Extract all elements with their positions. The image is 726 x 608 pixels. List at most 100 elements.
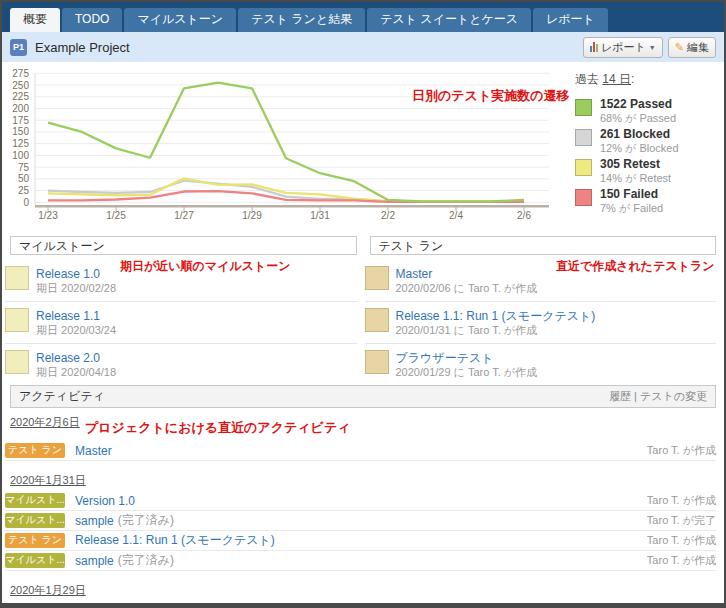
run-badge: テスト ラン xyxy=(5,533,65,548)
item-link[interactable]: Release 1.1: Run 1 (スモークテスト) xyxy=(396,310,596,322)
legend-pct: 12% が Blocked xyxy=(600,143,679,154)
activity-date: 2020年1月31日 xyxy=(10,474,86,487)
activity-links: 履歴 | テストの変更 xyxy=(609,389,707,404)
milestone-badge: マイルスト... xyxy=(5,513,65,528)
item-link[interactable]: Release 2.0 xyxy=(36,352,116,364)
legend-pct: 7% が Failed xyxy=(600,203,663,214)
legend-item: 150 Failed 7% が Failed xyxy=(575,188,722,213)
project-badge: P1 xyxy=(10,39,27,56)
history-link[interactable]: 履歴 xyxy=(609,390,631,402)
item-subtext: 2020/02/06 に Taro T. が作成 xyxy=(396,283,538,294)
activity-entry-by: Taro T. が作成 xyxy=(647,493,716,508)
legend-pct: 14% が Retest xyxy=(600,173,671,184)
activity-entry: マイルスト...sample(完了済み)Taro T. が完了 xyxy=(5,511,716,531)
report-button[interactable]: レポート ▼ xyxy=(583,37,663,58)
legend-swatch xyxy=(575,99,592,116)
legend-item: 1522 Passed 68% が Passed xyxy=(575,98,722,123)
activity-entry-by: Taro T. が完了 xyxy=(647,513,716,528)
tab-bar: 概要TODOマイルストーンテスト ランと結果テスト スイートとケースレポート xyxy=(2,2,724,32)
svg-text:1/29: 1/29 xyxy=(242,210,262,221)
activity-entry-suffix: (完了済み) xyxy=(118,552,174,569)
legend-pct: 68% が Passed xyxy=(600,113,676,124)
tab-2[interactable]: マイルストーン xyxy=(124,8,236,32)
tab-0[interactable]: 概要 xyxy=(10,8,60,32)
annotation-milestones: 期日が近い順のマイルストーン xyxy=(120,259,291,274)
milestone-badge: マイルスト... xyxy=(5,553,65,568)
activity-entry-link[interactable]: Release 1.1: Run 1 (スモークテスト) xyxy=(75,532,275,549)
test-run-icon xyxy=(365,266,389,290)
tab-4[interactable]: テスト スイートとケース xyxy=(367,8,531,32)
activity-entry-by: Taro T. が作成 xyxy=(647,533,716,548)
test-run-icon xyxy=(365,308,389,332)
activity-entry: テスト ラン Master Taro T. が作成 xyxy=(5,441,716,461)
milestone-badge: マイルスト... xyxy=(5,493,65,508)
svg-text:2/4: 2/4 xyxy=(449,210,463,221)
svg-text:1/27: 1/27 xyxy=(174,210,194,221)
activity-entry-link[interactable]: sample xyxy=(75,554,114,568)
legend-count: 150 Failed xyxy=(600,188,663,200)
svg-text:175: 175 xyxy=(12,115,29,126)
activity-entry: マイルスト... Version 1.0 Taro T. が作成 xyxy=(5,491,716,511)
item-link[interactable]: Release 1.1 xyxy=(36,310,116,322)
chevron-down-icon: ▼ xyxy=(649,41,656,54)
run-badge: テスト ラン xyxy=(5,443,65,458)
chart-legend: 過去 14 日: 1522 Passed68% が Passed261 Bloc… xyxy=(570,62,722,224)
item-subtext: 期日 2020/02/28 xyxy=(36,283,116,294)
svg-text:125: 125 xyxy=(12,138,29,149)
activity-entry-link[interactable]: Master xyxy=(75,444,112,458)
svg-text:100: 100 xyxy=(12,150,29,161)
test-runs-panel-header: テスト ラン xyxy=(370,236,717,255)
legend-item: 305 Retest 14% が Retest xyxy=(575,158,722,183)
svg-text:200: 200 xyxy=(12,103,29,114)
svg-text:1/31: 1/31 xyxy=(310,210,330,221)
svg-text:150: 150 xyxy=(12,126,29,137)
panels-row: マイルストーン Release 1.0 期日 2020/02/28 Release … xyxy=(2,224,724,385)
annotation-chart: 日別のテスト実施数の遷移 xyxy=(412,88,570,103)
svg-text:1/25: 1/25 xyxy=(106,210,126,221)
svg-text:225: 225 xyxy=(12,91,29,102)
bar-chart-icon xyxy=(590,42,598,52)
activity-date: 2020年2月6日 xyxy=(10,416,80,429)
activity-section: アクティビティ 履歴 | テストの変更 2020年2月6日テスト ラン Maste… xyxy=(2,385,724,597)
edit-button[interactable]: ✎ 編集 xyxy=(668,37,716,58)
activity-header: アクティビティ 履歴 | テストの変更 xyxy=(10,385,716,408)
legend-count: 261 Blocked xyxy=(600,128,679,140)
svg-text:1/23: 1/23 xyxy=(38,210,58,221)
svg-text:0: 0 xyxy=(23,197,29,208)
activity-entry-link[interactable]: sample xyxy=(75,514,114,528)
list-item: Release 1.1 期日 2020/03/24 xyxy=(5,301,357,343)
milestone-icon xyxy=(5,308,29,332)
pencil-icon: ✎ xyxy=(675,41,684,54)
item-subtext: 期日 2020/04/18 xyxy=(36,367,116,378)
tab-1[interactable]: TODO xyxy=(62,8,122,32)
list-item: Release 1.1: Run 1 (スモークテスト)2020/01/31 に… xyxy=(365,301,717,343)
tab-3[interactable]: テスト ランと結果 xyxy=(238,8,365,32)
activity-entry-by: Taro T. が作成 xyxy=(647,443,716,458)
project-title: Example Project xyxy=(35,40,578,55)
page: 概要TODOマイルストーンテスト ランと結果テスト スイートとケースレポート P… xyxy=(0,0,726,608)
test-changes-link[interactable]: テストの変更 xyxy=(640,390,707,402)
activity-date: 2020年1月29日 xyxy=(10,584,86,597)
legend-count: 305 Retest xyxy=(600,158,671,170)
item-link[interactable]: ブラウザーテスト xyxy=(396,352,538,364)
svg-text:250: 250 xyxy=(12,80,29,91)
activity-entry: テスト ラン Release 1.1: Run 1 (スモークテスト) Taro T… xyxy=(5,531,716,551)
svg-text:75: 75 xyxy=(18,162,30,173)
list-item: ブラウザーテスト2020/01/29 に Taro T. が作成 xyxy=(365,343,717,385)
project-header: P1 Example Project レポート ▼ ✎ 編集 xyxy=(2,32,724,62)
milestones-panel-header: マイルストーン xyxy=(10,236,357,255)
svg-text:2/6: 2/6 xyxy=(517,210,531,221)
tab-5[interactable]: レポート xyxy=(533,8,608,32)
list-item: Release 2.0 期日 2020/04/18 xyxy=(5,343,357,385)
milestone-icon xyxy=(5,266,29,290)
item-subtext: 期日 2020/03/24 xyxy=(36,325,116,336)
svg-text:25: 25 xyxy=(18,185,30,196)
item-link[interactable]: Release 1.0 xyxy=(36,268,116,280)
period-link[interactable]: 14 日 xyxy=(602,72,631,86)
item-link[interactable]: Master xyxy=(396,268,538,280)
legend-count: 1522 Passed xyxy=(600,98,676,110)
legend-swatch xyxy=(575,129,592,146)
milestone-icon xyxy=(5,350,29,374)
chart-section: 02550751001251501752002252502751/231/251… xyxy=(2,62,724,224)
activity-entry-link[interactable]: Version 1.0 xyxy=(75,494,135,508)
